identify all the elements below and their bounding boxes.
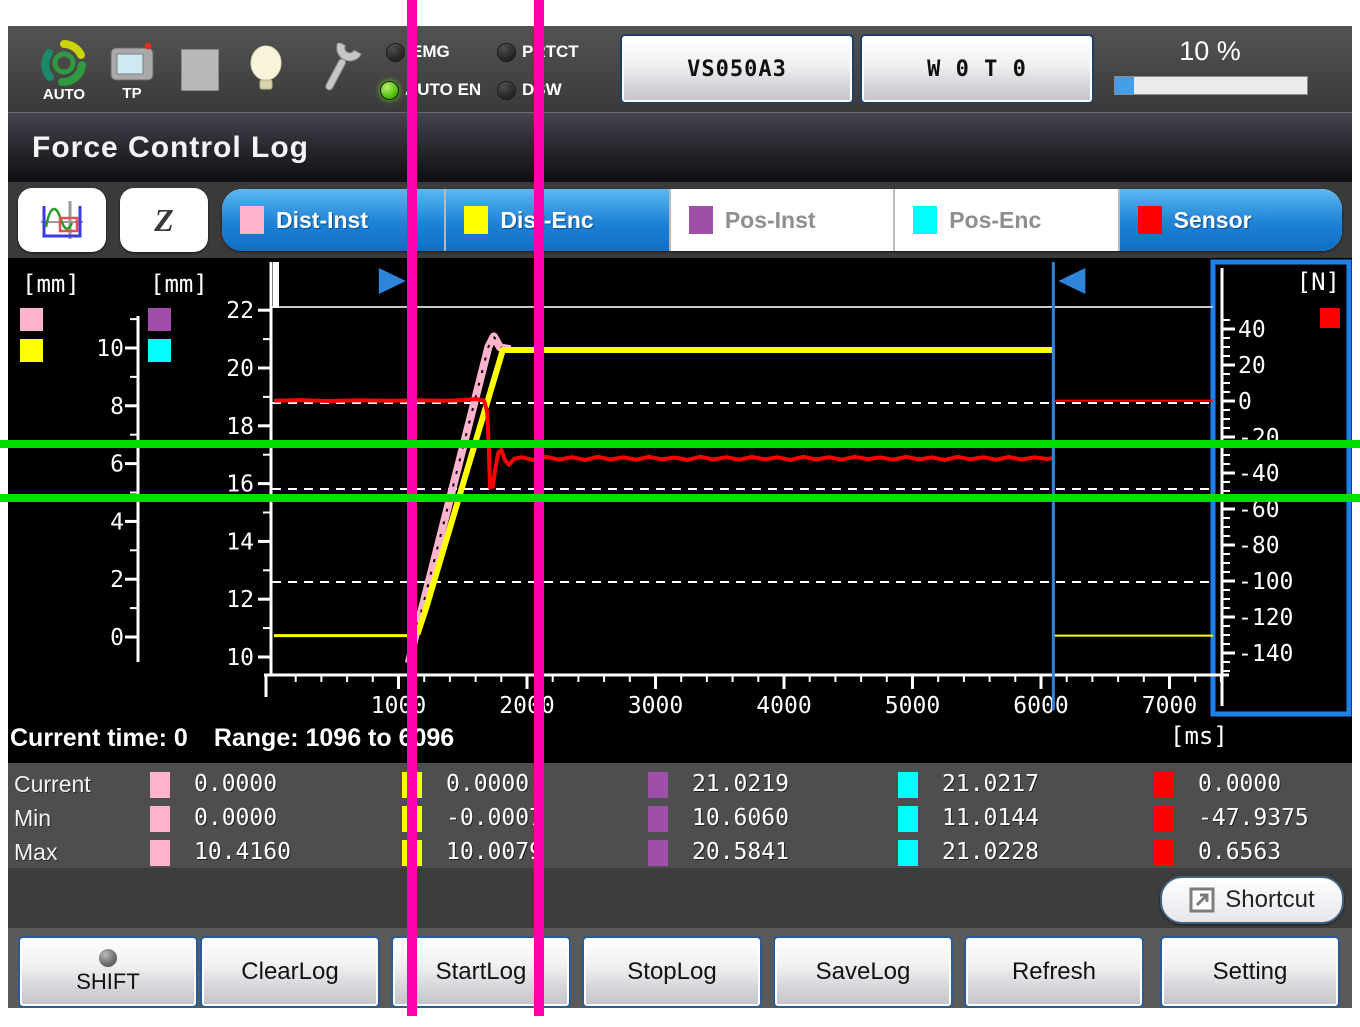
shift-button[interactable]: SHIFT [18,936,198,1008]
bottom-button-strip: SHIFT ClearLog StartLog StopLog SaveLog … [8,928,1352,1008]
stop-button[interactable] [170,34,230,106]
robot-type-button[interactable]: VS050A3 [620,34,854,104]
sensor-swatch [1138,206,1162,234]
prtct-led-label: PRTCT [522,42,579,62]
startlog-button[interactable]: StartLog [391,936,571,1008]
dist-inst-swatch [150,772,170,798]
table-row-min: Min 0.0000 -0.0007 10.6060 11.0144 -47.9… [8,805,1352,837]
series-toggle-group: Dist-Inst Dist-Enc Pos-Inst Pos-Enc Sens… [222,189,1342,251]
dist-enc-swatch [464,206,488,234]
legend-sensor[interactable]: Sensor [1120,189,1342,251]
legend-pos-enc[interactable]: Pos-Enc [895,189,1119,251]
clearlog-button[interactable]: ClearLog [200,936,380,1008]
current-time-label: Current time: 0 [10,724,188,752]
title-bar: Force Control Log [8,112,1352,183]
z-axis-button[interactable]: Z [120,188,208,252]
pos-enc-swatch [898,772,918,798]
table-row-current: Current 0.0000 0.0000 21.0219 21.0217 0.… [8,771,1352,803]
setting-button[interactable]: Setting [1160,936,1340,1008]
savelog-button[interactable]: SaveLog [773,936,953,1008]
teach-pendant-label: TP [122,87,141,101]
speed-indicator: 10 % [1108,36,1312,102]
pos-inst-swatch [648,806,668,832]
shortcut-arrow-icon [1189,887,1215,913]
lower-area: Shortcut [8,868,1352,928]
pos-inst-swatch [648,772,668,798]
pos-inst-swatch [689,206,713,234]
dsw-led-icon [497,81,516,100]
led-auto-en: AUTO EN [380,80,481,100]
force-log-chart-panel: Current time: 0 Range: 1096 to 6096 [8,258,1352,760]
led-dsw: DSW [497,80,562,100]
auto-en-led-icon [380,81,399,100]
pos-inst-swatch [648,840,668,866]
teach-pendant-icon [108,40,156,86]
auto-mode-label: AUTO [43,88,85,102]
legend-row: Z Dist-Inst Dist-Enc Pos-Inst Pos-Enc Se… [8,182,1352,258]
speed-progress-fill [1115,77,1134,94]
emg-led-icon [386,43,405,62]
legend-dist-enc[interactable]: Dist-Enc [446,189,670,251]
shortcut-button[interactable]: Shortcut [1160,876,1344,924]
toolbar: AUTO TP EMG PRTCT AUTO E [8,26,1352,114]
auto-swirl-icon [40,39,88,87]
shortcut-label: Shortcut [1225,886,1314,914]
stop-square-icon [181,49,219,91]
pos-enc-swatch [898,840,918,866]
maintenance-button[interactable] [308,34,368,106]
teach-pendant-button[interactable]: TP [102,34,162,106]
range-label: Range: 1096 to 6096 [214,724,454,752]
stoplog-button[interactable]: StopLog [582,936,762,1008]
led-emg: EMG [386,42,450,62]
work-tool-button[interactable]: W 0 T 0 [860,34,1094,104]
dist-inst-swatch [240,206,264,234]
annotation-vline-2 [534,0,544,1016]
annotation-vline-1 [407,0,417,1016]
sensor-swatch [1154,772,1174,798]
prtct-led-icon [497,43,516,62]
annotation-hline-1 [0,440,1360,448]
page-title: Force Control Log [8,131,309,165]
wrench-icon [313,43,363,97]
auto-mode-button[interactable]: AUTO [34,34,94,106]
sensor-swatch [1154,840,1174,866]
shift-led-icon [99,949,117,967]
lamp-icon [242,43,290,97]
z-axis-label: Z [154,202,174,239]
speed-progress-bar [1114,76,1308,95]
speed-percent-label: 10 % [1108,36,1312,67]
table-row-max: Max 10.4160 10.0079 20.5841 21.0228 0.65… [8,839,1352,871]
stats-table: Current 0.0000 0.0000 21.0219 21.0217 0.… [8,760,1352,871]
graph-view-button[interactable] [18,188,106,252]
sensor-swatch [1154,806,1174,832]
lamp-button[interactable] [236,34,296,106]
pos-enc-swatch [913,206,937,234]
annotation-hline-2 [0,494,1360,502]
graph-icon [39,199,85,241]
dist-inst-swatch [150,806,170,832]
dist-inst-swatch [150,840,170,866]
legend-pos-inst[interactable]: Pos-Inst [671,189,895,251]
pos-enc-swatch [898,806,918,832]
refresh-button[interactable]: Refresh [964,936,1144,1008]
